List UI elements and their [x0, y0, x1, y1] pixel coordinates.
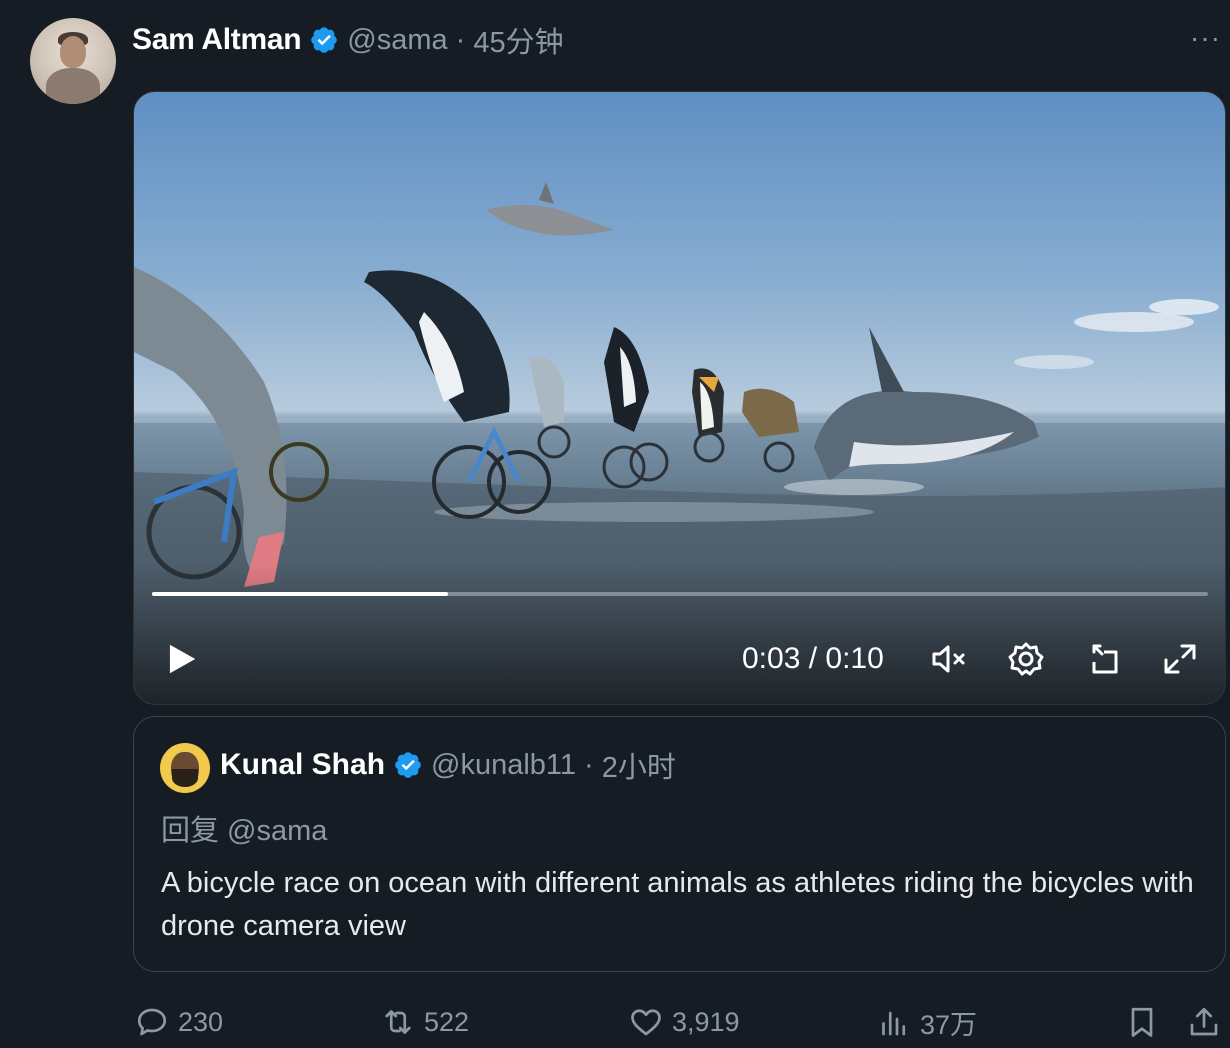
author-name[interactable]: Sam Altman [132, 23, 302, 57]
reply-count: 230 [178, 1006, 224, 1037]
post-action-bar: 230 522 3,919 37万 [0, 1000, 1230, 1044]
quoted-author-avatar [160, 743, 210, 793]
author-handle[interactable]: @sama [347, 24, 447, 57]
quoted-post[interactable]: Kunal Shah @kunalb11 · 2小时 回复 @sama A bi… [133, 716, 1226, 972]
heart-icon [631, 1009, 661, 1036]
like-button[interactable]: 3,919 [628, 1000, 740, 1044]
video-progress-bar[interactable] [152, 592, 1208, 596]
share-upload-icon [1190, 1007, 1218, 1036]
quoted-header-separator: · [584, 748, 594, 781]
avatar-shirt [46, 68, 100, 104]
volume-muted-icon[interactable] [928, 640, 968, 678]
video-player[interactable]: 0:03 / 0:10 [133, 91, 1226, 705]
share-button[interactable] [1186, 1000, 1222, 1044]
video-progress-fill [152, 592, 448, 596]
post-header: Sam Altman @sama · 45分钟 [132, 19, 564, 61]
quoted-post-text: A bicycle race on ocean with different a… [161, 867, 1194, 942]
quoted-post-header: Kunal Shah @kunalb11 · 2小时 [220, 745, 676, 785]
settings-gear-icon[interactable] [1006, 640, 1046, 678]
video-time-display: 0:03 / 0:10 [742, 642, 884, 675]
video-controls-gradient [134, 564, 1225, 704]
verified-badge-icon [395, 752, 421, 778]
quoted-author-handle: @kunalb11 [431, 748, 577, 781]
like-count: 3,919 [672, 1006, 740, 1037]
reply-to-label: 回复 @sama [161, 815, 328, 847]
quoted-author-name: Kunal Shah [220, 748, 386, 781]
repost-button[interactable]: 522 [380, 1000, 469, 1044]
author-avatar[interactable] [30, 18, 116, 104]
repost-icon [385, 1010, 411, 1034]
quoted-avatar-beard [172, 769, 198, 787]
quoted-post-time: 2小时 [601, 752, 676, 784]
play-icon[interactable] [162, 640, 200, 678]
analytics-bars-icon [882, 1011, 906, 1036]
avatar-face [60, 36, 86, 68]
reply-button[interactable]: 230 [134, 1000, 223, 1044]
post-time[interactable]: 45分钟 [473, 19, 563, 61]
reply-bubble-icon [137, 1008, 167, 1036]
view-count: 37万 [920, 1009, 978, 1040]
bookmark-icon [1131, 1007, 1153, 1037]
picture-in-picture-icon[interactable] [1084, 640, 1124, 678]
repost-count: 522 [424, 1006, 470, 1037]
verified-badge-icon [311, 27, 338, 53]
fullscreen-icon[interactable] [1160, 640, 1200, 678]
more-options-icon[interactable]: ··· [1190, 24, 1221, 52]
header-separator: · [455, 23, 466, 56]
views-button[interactable]: 37万 [876, 1000, 977, 1044]
bookmark-button[interactable] [1124, 1000, 1160, 1044]
